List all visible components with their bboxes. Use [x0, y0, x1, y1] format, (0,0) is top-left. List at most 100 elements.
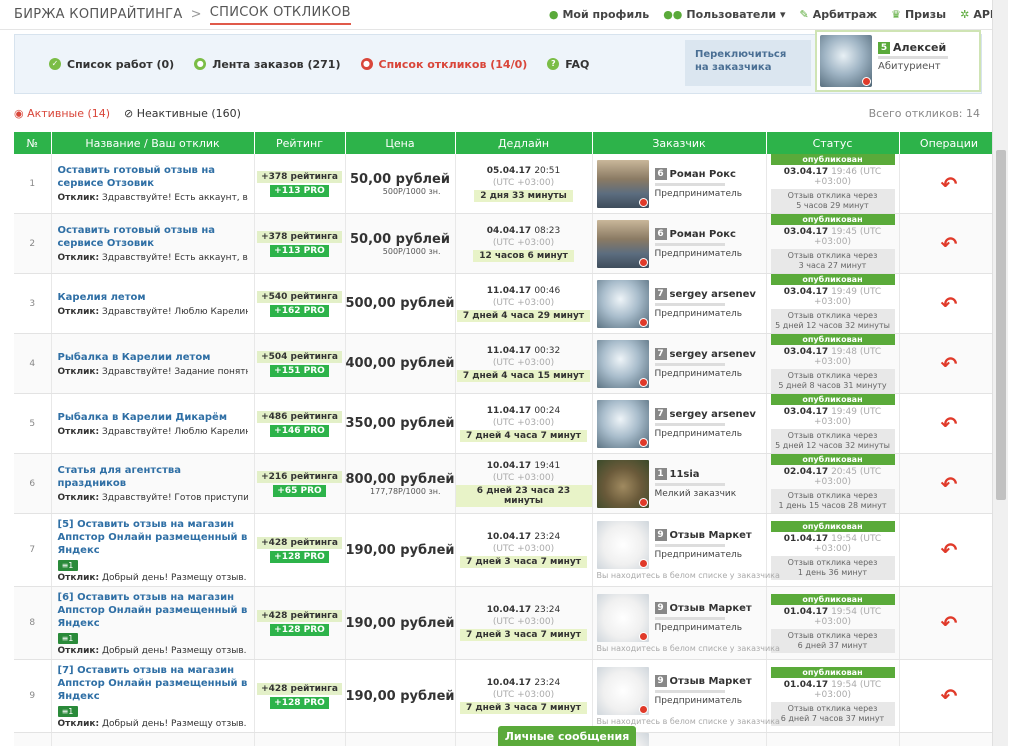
rating-badge: +378 рейтинга [257, 170, 342, 183]
user-icon: ● [548, 8, 559, 21]
customer-avatar[interactable] [596, 339, 649, 388]
customer-cell: 9 Отзыв Маркет Предприниматель Вы находитес… [592, 586, 780, 660]
total-responses: Всего откликов: 14 [868, 106, 980, 120]
customer-name[interactable]: Отзыв Маркет [670, 676, 752, 687]
job-title-link[interactable]: Оставить готовый отзыв на сервисе Отзови… [58, 164, 248, 190]
withdraw-response-icon[interactable]: ↶ [941, 232, 958, 256]
deadline-time: 00:46 [534, 285, 561, 296]
message-count-badge[interactable]: ≡1 [57, 705, 78, 717]
price-per-1000: 500Р/1000 зн. [382, 246, 441, 256]
job-title-link[interactable]: [5] Оставить отзыв на магазин Аппстор Он… [58, 518, 248, 557]
price-value: 500,00 рублей [345, 296, 455, 311]
withdraw-response-icon[interactable]: ↶ [941, 292, 958, 316]
menu-prizes[interactable]: ♛ Призы [891, 8, 946, 21]
deadline-utc: (UTC +03:00) [492, 417, 555, 428]
message-count-badge[interactable]: ≡1 [57, 632, 78, 644]
customer-name[interactable]: Роман Рокс [670, 169, 736, 180]
customer-avatar[interactable] [596, 520, 649, 569]
filter-active[interactable]: ◉ Активные (14) [14, 107, 110, 120]
customer-progress [654, 303, 725, 306]
menu-users[interactable]: ●● Пользователи ▾ [663, 8, 785, 21]
customer-avatar[interactable] [596, 279, 649, 328]
nav-order-feed[interactable]: ● Лента заказов (271) [194, 58, 341, 71]
job-title-link[interactable]: Статья для агентства праздников [58, 464, 248, 490]
withdraw-response-icon[interactable]: ↶ [941, 538, 958, 562]
profile-name[interactable]: Алексей [893, 41, 946, 54]
operations-cell: ↶ [899, 333, 1000, 394]
table-row: 2 Оставить готовый отзыв на сервисе Отзов… [14, 213, 1000, 274]
customer-role: Предприниматель [654, 369, 743, 379]
status-badge: опубликован [770, 666, 895, 678]
deadline-utc: (UTC +03:00) [492, 544, 555, 554]
customer-name[interactable]: sergey arsenev [670, 349, 756, 360]
nav-responses-list[interactable]: ● Список откликов (14/0) [360, 58, 527, 71]
white-list-note: Вы находитесь в белом списке у заказчика [596, 643, 780, 653]
deadline-date: 10.04.17 [486, 678, 532, 688]
response-text: Добрый день! Размещу отзыв. Уже [101, 645, 248, 656]
customer-name[interactable]: Роман Рокс [670, 229, 736, 240]
status-badge: опубликован [770, 154, 895, 165]
status-date: 01.04.17 [783, 606, 829, 617]
badge-icon [638, 704, 648, 714]
deadline-time: 20:51 [534, 165, 561, 176]
col-title: Название / Ваш отклик [51, 132, 255, 154]
withdraw-response-icon[interactable]: ↶ [941, 172, 958, 196]
withdraw-response-icon[interactable]: ↶ [941, 611, 958, 635]
switch-to-customer-button[interactable]: Переключиться на заказчика [685, 40, 811, 86]
deadline-date: 11.04.17 [486, 345, 532, 356]
rating-cell: +378 рейтинга +113 PRO [254, 154, 346, 214]
customer-name[interactable]: sergey arsenev [670, 289, 756, 300]
deadline-date: 10.04.17 [486, 605, 532, 615]
customer-role: Предприниматель [654, 189, 743, 199]
rating-badge: +486 рейтинга [257, 410, 342, 423]
withdraw-response-icon[interactable]: ↶ [941, 684, 958, 708]
customer-level: 7 [654, 288, 667, 300]
menu-my-profile[interactable]: ● Мой профиль [549, 8, 649, 21]
profile-card[interactable]: 5 Алексей Абитуриент [815, 30, 981, 92]
deadline-date: 11.04.17 [486, 405, 532, 416]
withdraw-response-icon[interactable]: ↶ [941, 352, 958, 376]
job-title-link[interactable]: Рыбалка в Карелии Дикарём [58, 411, 248, 424]
scrollbar-thumb[interactable] [996, 150, 1006, 500]
customer-name[interactable]: Отзыв Маркет [670, 530, 752, 541]
job-title-link[interactable]: [6] Оставить отзыв на магазин Аппстор Он… [58, 591, 248, 630]
title-cell: [7] Оставить отзыв на магазин Аппстор Он… [51, 659, 255, 733]
response-label: Отклик: [57, 253, 100, 263]
customer-level: 7 [654, 408, 667, 420]
withdraw-response-icon[interactable]: ↶ [941, 472, 958, 496]
customer-name[interactable]: 11sia [670, 469, 700, 480]
withdraw-response-icon[interactable]: ↶ [941, 412, 958, 436]
scrollbar[interactable] [992, 0, 1008, 746]
site-name[interactable]: БИРЖА КОПИРАЙТИНГА [14, 7, 183, 22]
customer-name[interactable]: sergey arsenev [670, 409, 756, 420]
avatar[interactable] [820, 35, 872, 87]
operations-cell: ↶ [899, 659, 1000, 733]
customer-level: 9 [654, 675, 667, 687]
customer-avatar[interactable] [596, 219, 649, 268]
messages-button[interactable]: Личные сообщения [498, 726, 636, 746]
job-title-link[interactable]: [7] Оставить отзыв на магазин Аппстор Он… [58, 664, 248, 703]
customer-avatar[interactable] [596, 666, 649, 715]
filter-inactive[interactable]: ⊘ Неактивные (160) [124, 107, 241, 120]
pro-badge: +113 PRO [270, 244, 329, 257]
nav-work-list[interactable]: ✓ Список работ (0) [49, 58, 174, 71]
job-title-link[interactable]: Карелия летом [58, 291, 248, 304]
customer-avatar[interactable] [596, 159, 649, 208]
customer-avatar[interactable] [596, 399, 649, 448]
message-count-badge[interactable]: ≡1 [57, 559, 78, 571]
customer-avatar[interactable] [596, 593, 649, 642]
response-label: Отклик: [57, 493, 100, 503]
withdraw-timer: Отзыв отклика через 6 дней 37 минут [770, 628, 895, 653]
customer-name[interactable]: Отзыв Маркет [670, 603, 752, 614]
menu-arbitrage[interactable]: ✎ Арбитраж [799, 8, 877, 21]
nav-faq[interactable]: ? FAQ [547, 58, 589, 71]
job-title-link[interactable]: Оставить готовый отзыв на сервисе Отзови… [58, 224, 248, 250]
response-text: Здравствуйте! Готов приступить к р [101, 493, 248, 503]
menu-api[interactable]: ✲ API [960, 8, 994, 21]
customer-role: Предприниматель [654, 249, 743, 259]
deadline-left: 12 часов 6 минут [473, 249, 574, 262]
badge-icon [638, 317, 648, 327]
customer-avatar[interactable] [596, 459, 649, 508]
job-title-link[interactable]: Рыбалка в Карелии летом [58, 351, 248, 364]
price-cell: 500,00 рублей [345, 273, 456, 334]
